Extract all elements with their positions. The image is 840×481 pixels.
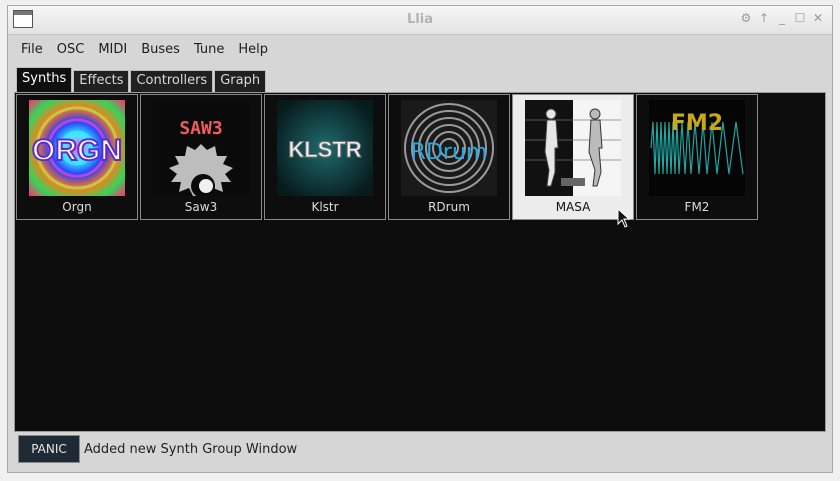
tab-synths[interactable]: Synths bbox=[16, 67, 73, 93]
synth-tile-klstr[interactable]: KLSTR Klstr bbox=[264, 94, 386, 220]
saw3-logo-text: SAW3 bbox=[179, 118, 222, 139]
window-controls: ⚙ ↑ _ ☐ ✕ bbox=[740, 11, 824, 25]
rdrum-logo-text: RDrum bbox=[411, 140, 488, 165]
klstr-logo: KLSTR bbox=[277, 100, 373, 196]
masa-logo bbox=[525, 100, 621, 196]
panic-button[interactable]: PANIC bbox=[18, 435, 80, 463]
synth-label: Orgn bbox=[62, 200, 92, 214]
shade-icon[interactable]: ↑ bbox=[758, 11, 770, 25]
synth-label: Saw3 bbox=[184, 200, 218, 214]
fm2-logo-text: FM2 bbox=[671, 111, 723, 136]
synth-tile-fm2[interactable]: FM2 FM2 bbox=[636, 94, 758, 220]
menu-midi[interactable]: MIDI bbox=[91, 42, 134, 57]
synth-label: Klstr bbox=[311, 200, 339, 214]
tab-effects[interactable]: Effects bbox=[73, 70, 130, 93]
orgn-logo: ORGN bbox=[29, 100, 125, 196]
saw3-logo: SAW3 bbox=[153, 100, 249, 196]
synth-tile-orgn[interactable]: ORGN Orgn bbox=[16, 94, 138, 220]
tab-strip: Synths Effects Controllers Graph bbox=[14, 66, 826, 93]
minimize-icon[interactable]: _ bbox=[776, 11, 788, 25]
settings-icon[interactable]: ⚙ bbox=[740, 11, 752, 25]
maximize-icon[interactable]: ☐ bbox=[794, 11, 806, 25]
klstr-logo-text: KLSTR bbox=[288, 137, 361, 162]
mouse-cursor-icon bbox=[617, 208, 631, 228]
synths-panel: ORGN Orgn SAW3 Saw3 KLSTR Klstr RDrum RD… bbox=[14, 92, 826, 432]
status-bar: PANIC Added new Synth Group Window bbox=[8, 432, 832, 472]
window-title: Llia bbox=[407, 12, 433, 27]
title-bar[interactable]: Llia ⚙ ↑ _ ☐ ✕ bbox=[8, 6, 832, 35]
menu-buses[interactable]: Buses bbox=[134, 42, 187, 57]
synth-tile-masa[interactable]: MASA bbox=[512, 94, 634, 220]
tab-controllers[interactable]: Controllers bbox=[130, 70, 214, 93]
menu-help[interactable]: Help bbox=[231, 42, 275, 57]
menu-tune[interactable]: Tune bbox=[187, 42, 231, 57]
fm2-logo: FM2 bbox=[649, 100, 745, 196]
synth-label: FM2 bbox=[684, 200, 710, 214]
main-window: Llia ⚙ ↑ _ ☐ ✕ File OSC MIDI Buses Tune … bbox=[7, 5, 833, 473]
synth-tile-rdrum[interactable]: RDrum RDrum bbox=[388, 94, 510, 220]
rdrum-logo: RDrum bbox=[401, 100, 497, 196]
orgn-logo-text: ORGN bbox=[32, 134, 122, 167]
synth-tile-saw3[interactable]: SAW3 Saw3 bbox=[140, 94, 262, 220]
menu-file[interactable]: File bbox=[14, 42, 50, 57]
synth-label: MASA bbox=[555, 200, 591, 214]
status-message: Added new Synth Group Window bbox=[84, 442, 298, 457]
tab-graph[interactable]: Graph bbox=[214, 70, 267, 93]
synth-label: RDrum bbox=[428, 200, 470, 214]
close-icon[interactable]: ✕ bbox=[812, 11, 824, 25]
menu-bar: File OSC MIDI Buses Tune Help bbox=[8, 35, 832, 63]
menu-osc[interactable]: OSC bbox=[50, 42, 92, 57]
